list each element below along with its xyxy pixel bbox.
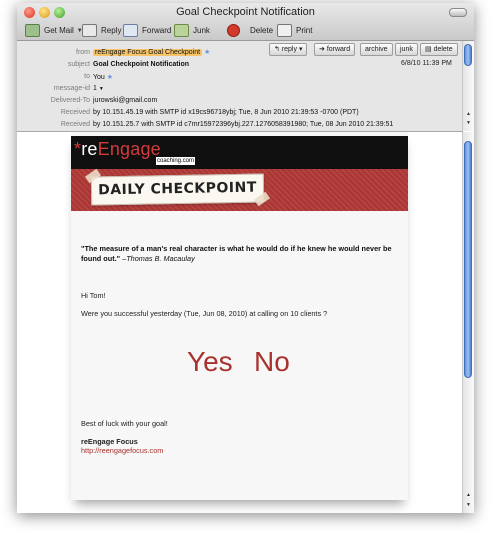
scroll-down-arrow-icon[interactable]: ▼ xyxy=(464,120,473,127)
header-scroll-thumb[interactable] xyxy=(464,44,472,66)
forward-label: Forward xyxy=(142,26,172,35)
get-mail-label: Get Mail xyxy=(44,26,74,35)
to-label: to xyxy=(84,73,90,80)
delivered-to-value: jurowski@gmail.com xyxy=(93,97,158,104)
delivered-to-label: Delivered-To xyxy=(50,97,90,104)
message-header: ↰ reply ▾ ➜ forward archive junk ▤ delet… xyxy=(17,41,463,132)
reply-icon xyxy=(82,24,97,37)
no-link[interactable]: No xyxy=(254,346,290,378)
yes-link[interactable]: Yes xyxy=(187,346,233,378)
subject-label: subject xyxy=(67,61,90,68)
header-forward-button[interactable]: ➜ forward xyxy=(314,43,356,56)
body-scrollbar[interactable]: ▲ ▼ xyxy=(462,132,474,513)
reply-button[interactable]: Reply xyxy=(82,24,121,37)
reengage-link[interactable]: http://reengagefocus.com xyxy=(81,446,163,455)
received-value-1: by 10.151.45.19 with SMTP id x19cs96718y… xyxy=(93,109,359,116)
message-id-value[interactable]: 1 ▼ xyxy=(93,85,104,92)
message-date: 6/8/10 11:39 PM xyxy=(401,60,452,67)
print-button[interactable]: Print xyxy=(277,24,312,37)
get-mail-icon xyxy=(25,24,40,37)
address-card-icon: ★ xyxy=(204,49,211,56)
junk-icon xyxy=(174,24,189,37)
junk-label: Junk xyxy=(193,26,210,35)
address-card-icon: ★ xyxy=(106,74,114,81)
closing-text: Best of luck with your goal! xyxy=(81,419,168,428)
signature: reEngage Focus xyxy=(81,437,138,446)
question-text: Were you successful yesterday (Tue, Jun … xyxy=(81,309,328,318)
quote: "The measure of a man's real character i… xyxy=(81,244,401,264)
email-card: *reEngage coaching.com DAILY CHECKPOINT … xyxy=(71,132,408,500)
junk-button[interactable]: Junk xyxy=(174,24,210,37)
checkpoint-banner: DAILY CHECKPOINT xyxy=(71,168,408,211)
scroll-down-arrow-icon[interactable]: ▼ xyxy=(464,502,473,509)
from-value[interactable]: reEngage Focus Goal Checkpoint ★ xyxy=(93,48,210,56)
header-reply-button[interactable]: ↰ reply ▾ xyxy=(269,43,308,56)
scroll-up-arrow-icon[interactable]: ▲ xyxy=(464,492,473,499)
scroll-up-arrow-icon[interactable]: ▲ xyxy=(464,111,473,118)
logo-subtitle: coaching.com xyxy=(156,157,196,165)
forward-button[interactable]: Forward xyxy=(123,24,171,37)
window-toolbar: Goal Checkpoint Notification Get Mail ▼ … xyxy=(17,3,474,41)
mail-window: Goal Checkpoint Notification Get Mail ▼ … xyxy=(17,3,474,513)
message-id-label: message-id xyxy=(53,85,90,92)
window-title: Goal Checkpoint Notification xyxy=(176,6,315,18)
message-body: *reEngage coaching.com DAILY CHECKPOINT … xyxy=(17,132,463,513)
header-archive-button[interactable]: archive xyxy=(360,43,393,56)
reengage-logo: *reEngage xyxy=(74,139,161,159)
received-label-1: Received xyxy=(60,109,90,116)
header-junk-button[interactable]: junk xyxy=(395,43,418,56)
reply-label: Reply xyxy=(101,26,122,35)
daily-checkpoint-title: DAILY CHECKPOINT xyxy=(90,173,265,206)
print-label: Print xyxy=(296,26,313,35)
delete-button[interactable]: Delete xyxy=(227,24,273,37)
header-delete-button[interactable]: ▤ delete xyxy=(420,43,458,56)
from-label: from xyxy=(76,49,90,56)
header-scrollbar[interactable]: ▲ ▼ xyxy=(462,41,474,131)
subject-value: Goal Checkpoint Notification xyxy=(93,61,190,68)
print-icon xyxy=(277,24,292,37)
body-scroll-thumb[interactable] xyxy=(464,141,472,378)
to-value[interactable]: You ★ xyxy=(93,73,113,81)
received-label-2: Received xyxy=(60,121,90,128)
delete-label: Delete xyxy=(250,26,274,35)
delete-icon xyxy=(227,24,240,37)
greeting: Hi Tom! xyxy=(81,291,106,300)
brand-header: *reEngage coaching.com xyxy=(71,136,408,169)
chevron-down-icon: ▼ xyxy=(98,86,104,92)
quote-author: –Thomas B. Macaulay xyxy=(122,254,195,263)
forward-icon xyxy=(123,24,138,37)
received-value-2: by 10.151.25.7 with SMTP id c7mr15972396… xyxy=(93,121,394,128)
get-mail-button[interactable]: Get Mail ▼ xyxy=(25,24,83,37)
